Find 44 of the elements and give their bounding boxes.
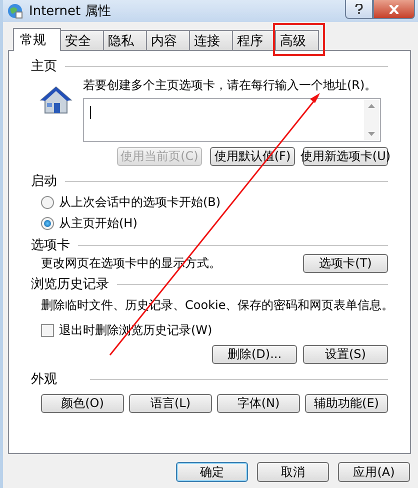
section-heading: 选项卡	[31, 237, 70, 254]
section-heading: 外观	[31, 371, 57, 388]
dialog-button[interactable]: 应用(A)	[338, 462, 410, 482]
button[interactable]: 字体(N)	[217, 394, 300, 413]
tab[interactable]: 隐私	[103, 30, 147, 50]
scroll-down-icon[interactable]	[368, 132, 375, 136]
close-button[interactable]	[373, 0, 415, 19]
help-icon	[355, 4, 363, 14]
radio-label[interactable]: 从主页开始(H)	[59, 215, 138, 232]
radio-label[interactable]: 从上次会话中的选项卡开始(B)	[59, 194, 221, 211]
button[interactable]: 颜色(O)	[41, 394, 124, 413]
instruction-text: 若要创建多个主页选项卡，请在每行输入一个地址(R)。	[83, 77, 378, 94]
tab[interactable]: 程序	[232, 30, 276, 50]
radio-button[interactable]	[41, 217, 54, 230]
description-text: 删除临时文件、历史记录、Cookie、保存的密码和网页表单信息。	[41, 297, 394, 314]
button[interactable]: 语言(L)	[129, 394, 212, 413]
scroll-up-icon[interactable]	[368, 104, 375, 108]
home-page-field[interactable]	[83, 98, 381, 142]
section-heading: 启动	[31, 173, 57, 190]
highlight-frame	[273, 23, 325, 56]
tab[interactable]: 连接	[189, 30, 233, 50]
checkbox[interactable]	[41, 324, 54, 337]
help-button[interactable]	[345, 0, 373, 19]
globe-icon	[7, 3, 23, 19]
radio-button[interactable]	[41, 196, 54, 209]
dialog-button[interactable]: 确定	[176, 462, 248, 482]
section-heading: 主页	[31, 58, 57, 75]
section-heading: 浏览历史记录	[31, 276, 109, 293]
tab[interactable]: 高级	[275, 30, 319, 50]
description-text: 更改网页在选项卡中的显示方式。	[41, 255, 221, 272]
tab[interactable]: 内容	[146, 30, 190, 50]
close-icon	[389, 4, 399, 14]
button[interactable]: 删除(D)...	[212, 345, 297, 364]
button[interactable]: 选项卡(T)	[303, 254, 388, 273]
scrollbar[interactable]	[364, 100, 379, 140]
dialog-button[interactable]: 取消	[257, 462, 329, 482]
checkbox-label[interactable]: 退出时删除浏览历史记录(W)	[59, 322, 212, 339]
button[interactable]: 设置(S)	[303, 345, 388, 364]
button[interactable]: 辅助功能(E)	[305, 394, 388, 413]
tab[interactable]: 常规	[13, 28, 61, 51]
tab[interactable]: 安全	[60, 30, 104, 50]
house-icon	[39, 85, 73, 115]
window-title: Internet 属性	[29, 3, 111, 20]
button[interactable]: 使用新选项卡(U)	[303, 147, 388, 166]
